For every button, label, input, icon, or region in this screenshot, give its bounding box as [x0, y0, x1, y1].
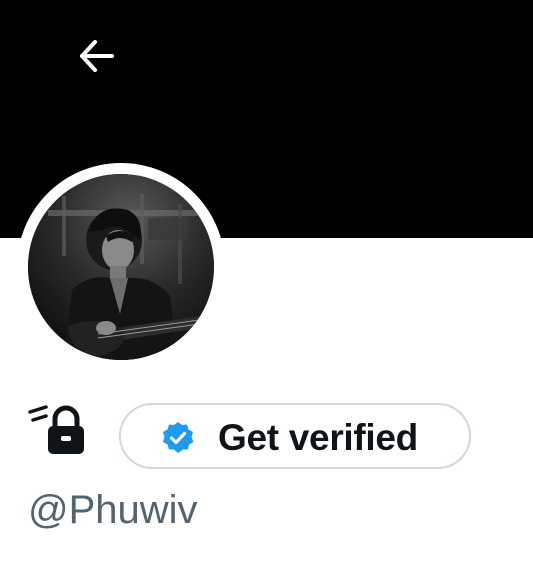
- profile-page: Get verified @Phuwiv: [0, 0, 533, 562]
- lock-icon: [28, 405, 84, 454]
- avatar[interactable]: [28, 174, 214, 360]
- arrow-left-icon: [80, 40, 114, 72]
- profile-handle: @Phuwiv: [28, 488, 198, 532]
- protected-account-icon: [28, 404, 90, 456]
- get-verified-button[interactable]: Get verified: [119, 403, 471, 469]
- get-verified-label: Get verified: [218, 417, 418, 458]
- avatar-photo: [28, 174, 214, 360]
- back-button[interactable]: [70, 30, 122, 82]
- verified-badge-icon: [163, 422, 194, 453]
